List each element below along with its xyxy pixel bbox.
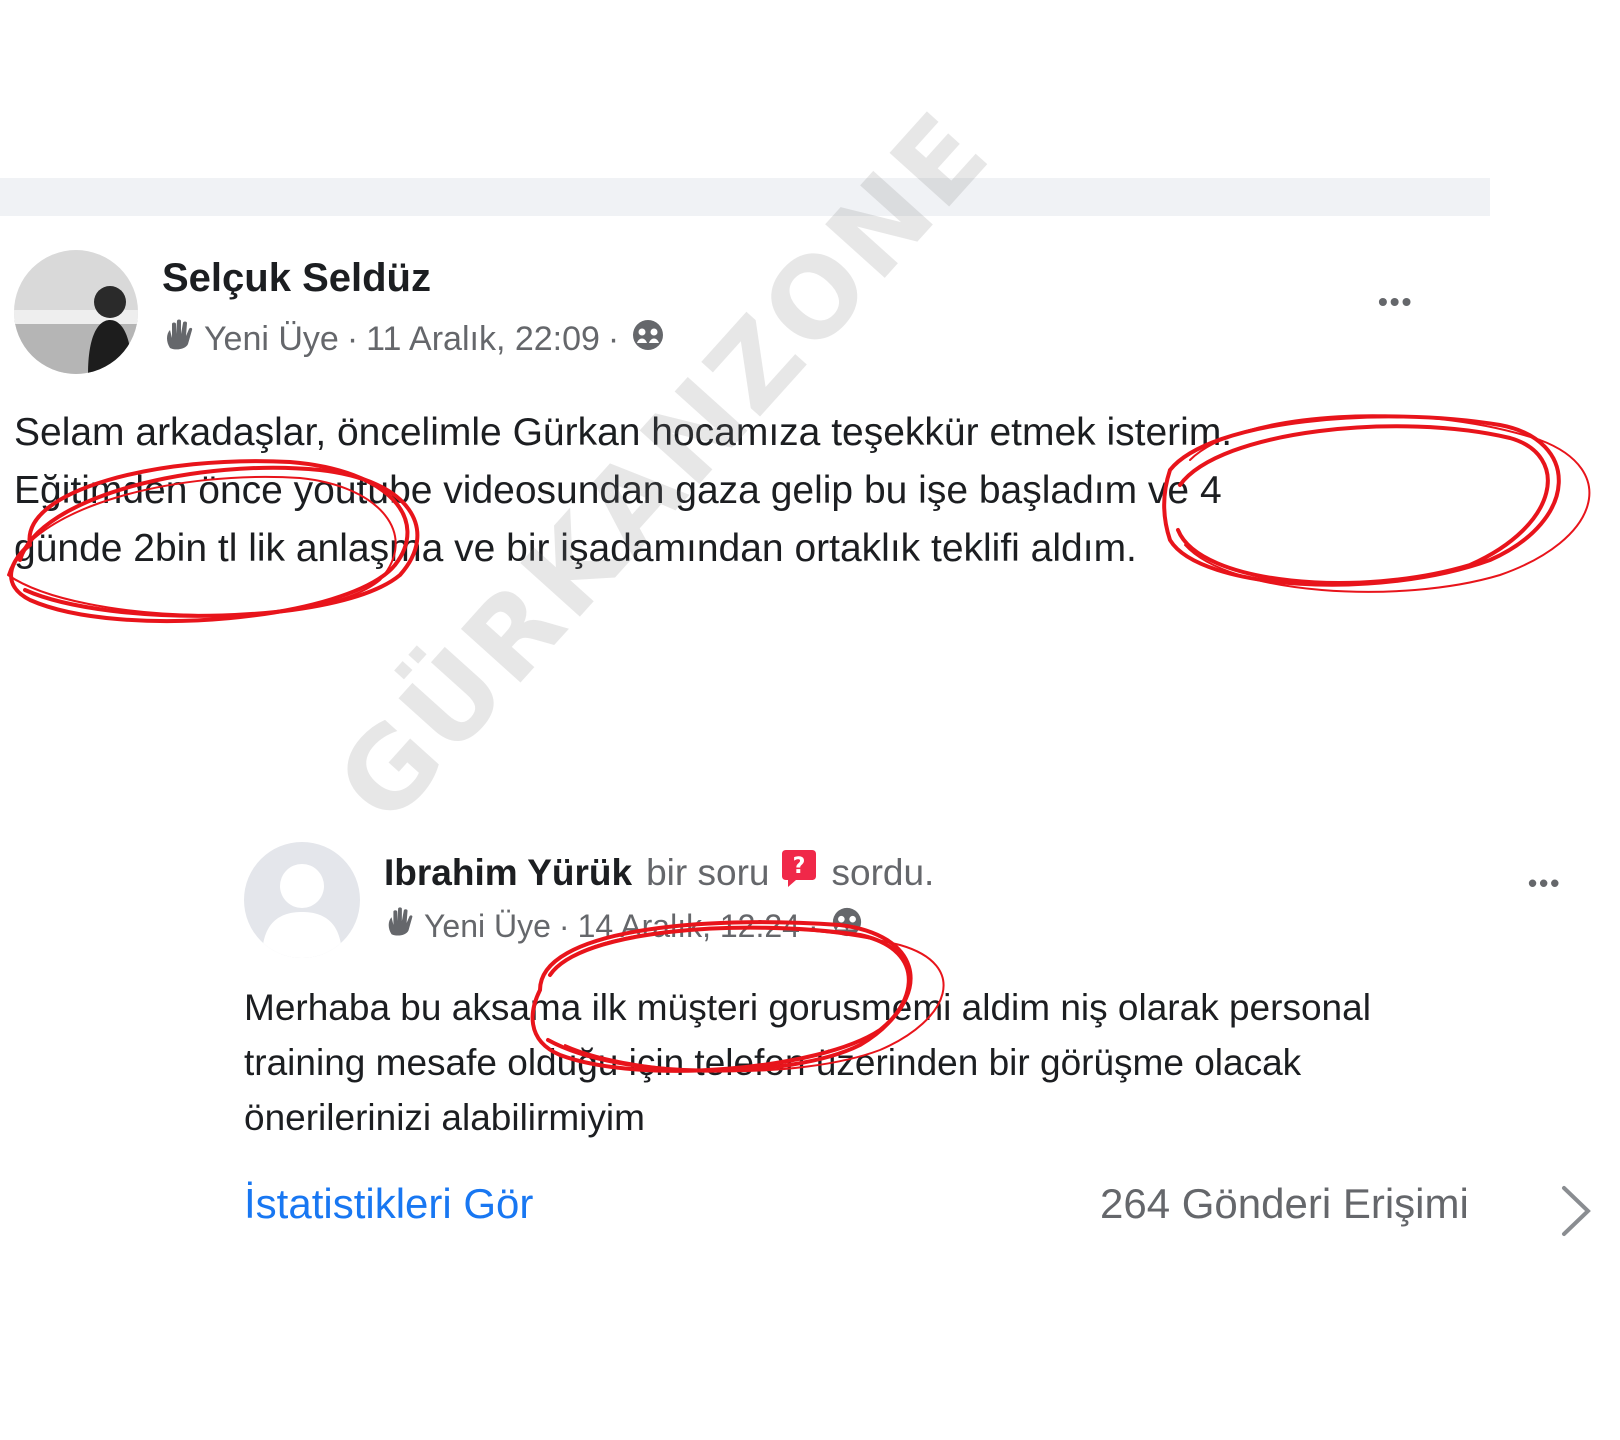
post-timestamp[interactable]: 14 Aralık, 12:24 xyxy=(578,908,800,945)
post-options-button[interactable]: ••• xyxy=(1528,868,1561,899)
author-name[interactable]: Ibrahim Yürük xyxy=(384,852,632,894)
post-action-suffix: sordu. xyxy=(831,851,935,893)
member-badge-label: Yeni Üye xyxy=(204,320,339,358)
author-avatar[interactable] xyxy=(14,250,138,374)
post-options-button[interactable]: ••• xyxy=(1378,286,1413,318)
post-text-line: önerilerinizi alabilirmiyim xyxy=(244,1097,645,1138)
meta-separator: · xyxy=(607,320,620,358)
feed-top-divider xyxy=(0,178,1490,216)
post-body: Merhaba bu aksama ilk müşteri gorusmemi … xyxy=(244,980,1371,1145)
chevron-right-icon[interactable] xyxy=(1556,1184,1594,1243)
svg-text:?: ? xyxy=(792,854,805,879)
meta-separator: · xyxy=(558,907,570,944)
post-meta: Yeni Üye · 11 Aralık, 22:09 · xyxy=(162,318,665,361)
privacy-group-icon xyxy=(831,906,863,946)
post-reach-count[interactable]: 264 Gönderi Erişimi xyxy=(1100,1180,1469,1228)
meta-separator: · xyxy=(346,320,359,358)
post-timestamp[interactable]: 11 Aralık, 22:09 xyxy=(366,320,600,359)
question-icon: ? xyxy=(780,848,818,897)
new-member-badge-icon xyxy=(162,318,196,361)
view-insights-link[interactable]: İstatistikleri Gör xyxy=(244,1180,533,1228)
post-meta: Yeni Üye · 14 Aralık, 12:24 · xyxy=(384,906,863,946)
new-member-badge-icon xyxy=(384,906,416,946)
author-name[interactable]: Selçuk Seldüz xyxy=(162,256,431,301)
post-text-line: Merhaba bu aksama ilk müşteri gorusmemi … xyxy=(244,987,1371,1028)
member-badge-label: Yeni Üye xyxy=(424,907,551,944)
post-text-line: training mesafe olduğu için telefon üzer… xyxy=(244,1042,1302,1083)
privacy-group-icon xyxy=(631,318,665,361)
post-action-prefix: bir soru xyxy=(646,851,770,893)
meta-separator: · xyxy=(807,907,819,944)
author-name-line: Ibrahim Yürük bir soru ? sordu. xyxy=(384,848,934,897)
author-avatar[interactable] xyxy=(244,842,360,958)
